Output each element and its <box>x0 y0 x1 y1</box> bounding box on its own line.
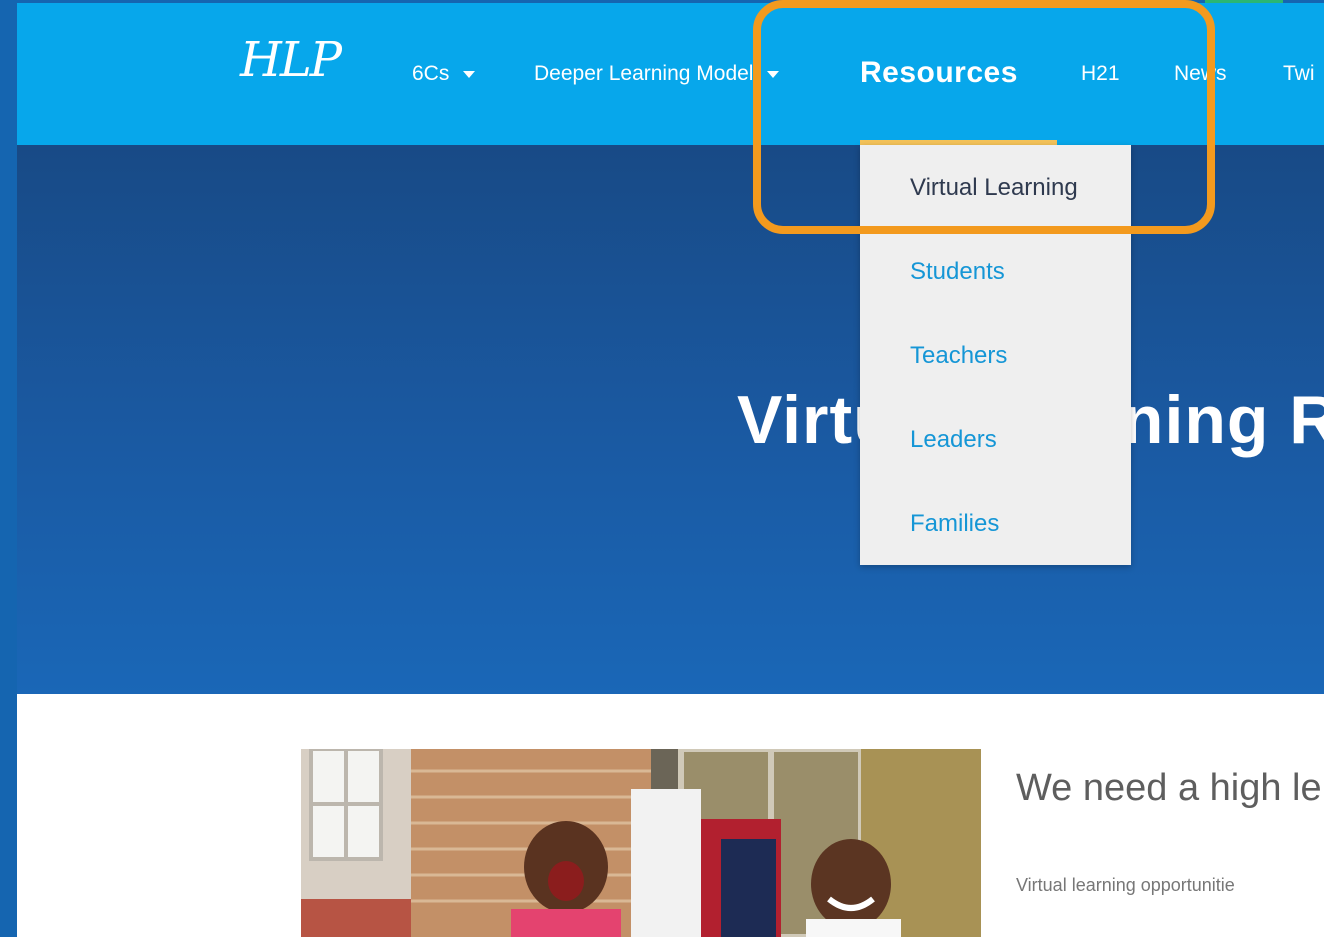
caret-down-icon <box>767 70 780 78</box>
caret-down-icon <box>463 70 476 78</box>
students-photo <box>301 749 981 937</box>
dropdown-item-virtual-learning[interactable]: Virtual Learning <box>910 173 1078 203</box>
window-frame-left <box>0 0 17 937</box>
nav-item-news[interactable]: News <box>1174 60 1227 88</box>
nav-item-label: News <box>1174 62 1227 85</box>
dropdown-item-students[interactable]: Students <box>910 257 1005 287</box>
nav-item-h21[interactable]: H21 <box>1081 60 1120 88</box>
section-body-text: Virtual learning opportunitie <box>1016 875 1235 895</box>
resources-dropdown-menu: Virtual Learning Students Teachers Leade… <box>860 145 1131 565</box>
nav-item-label: H21 <box>1081 62 1120 85</box>
nav-item-resources[interactable]: Resources <box>860 56 1018 90</box>
dropdown-item-families[interactable]: Families <box>910 509 999 539</box>
section-headline: We need a high le <box>1016 767 1322 809</box>
nav-item-label: Twi <box>1283 62 1315 85</box>
dropdown-item-leaders[interactable]: Leaders <box>910 425 997 455</box>
nav-item-label: Deeper Learning Model <box>534 62 754 85</box>
nav-item-6cs[interactable]: 6Cs <box>412 60 476 88</box>
students-photo-illustration <box>301 749 981 937</box>
site-logo[interactable]: HLP <box>240 36 342 84</box>
nav-item-twitter[interactable]: Twi <box>1283 60 1315 88</box>
nav-item-label: 6Cs <box>412 62 450 85</box>
dropdown-item-teachers[interactable]: Teachers <box>910 341 1007 371</box>
nav-item-deeper-learning-model[interactable]: Deeper Learning Model <box>534 60 780 88</box>
